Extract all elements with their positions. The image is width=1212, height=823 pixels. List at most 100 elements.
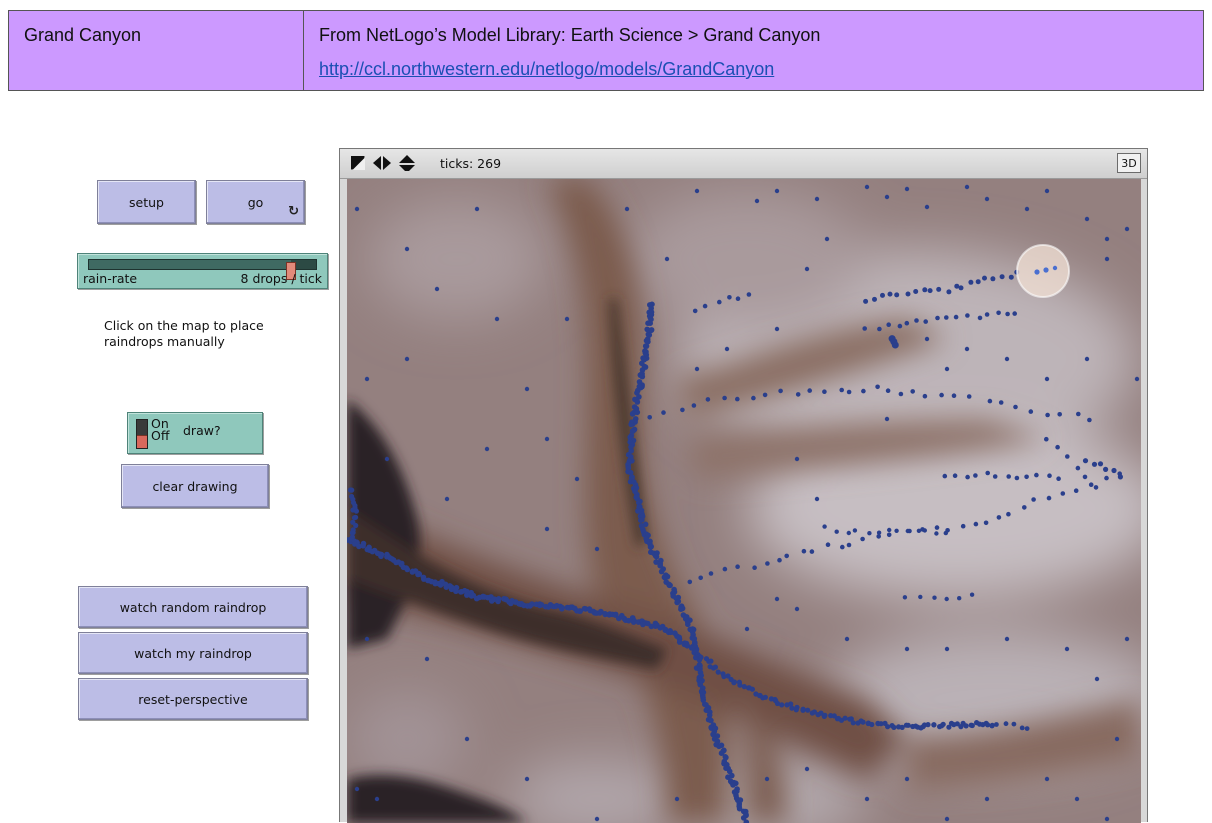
raindrop [897,323,903,329]
watch-random-raindrop-button[interactable]: watch random raindrop [78,586,308,628]
switch-track[interactable] [136,419,148,449]
raindrop [729,772,735,779]
raindrop [774,326,780,332]
raindrop [764,776,770,782]
setup-button-label: setup [129,194,164,210]
reset-perspective-label: reset-perspective [138,691,248,707]
raindrop [1003,721,1009,727]
raindrop [735,564,740,569]
raindrop [691,403,697,408]
raindrop [724,346,730,352]
raindrop [1024,726,1030,731]
raindrop [998,400,1004,405]
raindrop [494,316,500,322]
raindrop [852,528,858,533]
draw-switch[interactable]: On Off draw? [127,412,263,454]
raindrop [779,702,785,708]
model-url-link[interactable]: http://ccl.northwestern.edu/netlogo/mode… [319,59,774,80]
raindrop [1012,311,1017,316]
raindrop [969,722,975,729]
raindrop [765,561,770,566]
raindrop [754,198,760,204]
raindrop [927,288,933,294]
raindrop [839,387,844,393]
raindrop [634,399,641,405]
raindrop [353,522,359,529]
raindrop [1060,491,1066,496]
raindrop [969,592,975,597]
raindrop [932,595,937,600]
raindrop [727,295,732,300]
raindrop [424,656,430,662]
raindrop [594,546,600,552]
raindrop [1006,511,1011,517]
instructions-note: Click on the map to place raindrops manu… [104,318,324,350]
raindrop [1044,436,1049,442]
clear-drawing-button[interactable]: clear drawing [121,464,269,508]
setup-button[interactable]: setup [97,180,196,224]
raindrop [963,723,969,729]
raindrop [746,292,752,297]
raindrop [744,626,750,632]
model-info-header: Grand Canyon From NetLogo’s Model Librar… [8,10,1204,91]
raindrop [1055,444,1060,450]
raindrop [364,376,370,382]
switch-knob[interactable] [137,435,147,448]
raindrop [712,664,718,670]
raindrop [904,776,910,782]
raindrop [1044,776,1050,782]
raindrop [872,296,877,302]
raindrop [1104,236,1110,242]
world-view[interactable]: ticks: 269 3D [339,148,1148,823]
raindrop [834,529,839,534]
raindrop [1074,796,1080,802]
raindrop [708,658,714,664]
raindrop [1091,461,1098,467]
stretch-icon[interactable] [350,155,366,171]
3d-view-button[interactable]: 3D [1117,153,1141,173]
raindrop [794,606,800,612]
clear-drawing-label: clear drawing [152,478,238,494]
raindrop [737,682,743,688]
model-name-cell [9,11,304,90]
raindrop [705,397,711,402]
raindrop [965,474,970,480]
arrows-horizontal-icon[interactable] [372,155,392,171]
watch-my-raindrop-button[interactable]: watch my raindrop [78,632,308,674]
raindrop [1045,412,1050,418]
raindrop [674,796,680,802]
raindrop [905,291,911,297]
raindrop [985,722,991,728]
raindrop [801,548,807,554]
raindrop [964,346,970,352]
switch-off-label: Off [151,428,170,443]
raindrop [1004,356,1010,362]
terrain-map[interactable] [347,179,1141,823]
raindrop [1011,721,1017,727]
raindrop [951,393,957,398]
raindrop [987,398,993,404]
slider-track[interactable] [88,259,317,280]
raindrop [867,531,872,536]
go-button[interactable]: go ↻ [206,180,305,224]
raindrop [364,636,370,642]
reset-perspective-button[interactable]: reset-perspective [78,678,308,720]
raindrop [752,565,757,570]
raindrop [1124,636,1130,642]
raindrop [1093,485,1099,490]
raindrop [678,606,684,612]
raindrop [1006,474,1011,479]
raindrop [448,584,455,590]
raindrop [923,319,928,324]
raindrop [918,594,923,600]
rain-rate-slider[interactable]: rain-rate 8 drops / tick [77,253,328,289]
raindrop [698,672,704,679]
raindrop [887,291,893,297]
raindrop [960,523,966,529]
raindrop [886,532,892,538]
raindrop [1031,497,1036,502]
raindrop [1024,474,1029,480]
raindrop [735,396,740,402]
arrows-vertical-icon[interactable] [398,155,416,171]
raindrop [804,766,810,772]
